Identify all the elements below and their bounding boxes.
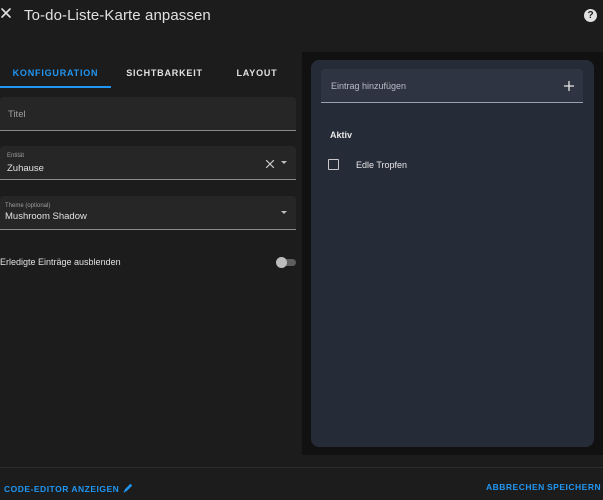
hide-completed-toggle[interactable] <box>276 257 296 268</box>
title-input[interactable]: Titel <box>0 97 296 131</box>
pencil-icon <box>122 482 134 496</box>
footer-divider <box>0 467 603 468</box>
entity-select[interactable]: Entität Zuhause <box>0 146 296 180</box>
toggle-thumb <box>276 257 287 268</box>
add-item-input[interactable]: Eintrag hinzufügen <box>321 69 583 103</box>
theme-select[interactable]: Theme (optional) Mushroom Shadow <box>0 196 296 230</box>
todo-list-card: Eintrag hinzufügen Aktiv Edle Tropfen <box>311 60 594 447</box>
card-editor-dialog: To-do-Liste-Karte anpassen ? KONFIGURATI… <box>0 0 603 500</box>
add-item-placeholder: Eintrag hinzufügen <box>331 81 407 91</box>
cancel-button[interactable]: ABBRECHEN <box>486 482 545 492</box>
theme-label: Theme (optional) <box>5 203 51 209</box>
menu-down-icon[interactable] <box>281 161 287 164</box>
tab-layout[interactable]: LAYOUT <box>218 57 296 88</box>
checkbox-icon[interactable] <box>328 159 339 170</box>
close-icon[interactable] <box>264 157 276 169</box>
close-icon <box>0 7 14 19</box>
theme-value: Mushroom Shadow <box>5 211 87 222</box>
help-button[interactable]: ? <box>584 9 597 22</box>
card-preview: Eintrag hinzufügen Aktiv Edle Tropfen <box>302 52 603 455</box>
show-code-editor-button[interactable]: CODE-EDITOR ANZEIGEN <box>4 482 134 496</box>
dialog-header: To-do-Liste-Karte anpassen ? <box>0 0 603 34</box>
menu-down-icon[interactable] <box>281 211 287 214</box>
hide-completed-label: Erledigte Einträge ausblenden <box>0 257 121 267</box>
entity-value: Zuhause <box>7 163 44 174</box>
save-button[interactable]: SPEICHERN <box>547 482 601 492</box>
editor-tabs: KONFIGURATION SICHTBARKEIT LAYOUT <box>0 57 296 88</box>
entity-label: Entität <box>7 153 25 159</box>
list-item-label: Edle Tropfen <box>356 160 408 170</box>
tab-konfiguration[interactable]: KONFIGURATION <box>0 57 111 88</box>
tab-sichtbarkeit[interactable]: SICHTBARKEIT <box>111 57 218 88</box>
section-title-active: Aktiv <box>330 130 353 140</box>
code-editor-label: CODE-EDITOR ANZEIGEN <box>4 484 120 494</box>
close-button[interactable] <box>0 7 14 25</box>
dialog-title: To-do-Liste-Karte anpassen <box>24 7 211 24</box>
list-item[interactable]: Edle Tropfen <box>328 158 528 172</box>
help-icon: ? <box>587 10 594 21</box>
plus-icon[interactable] <box>563 79 575 92</box>
title-input-placeholder: Titel <box>8 109 26 120</box>
